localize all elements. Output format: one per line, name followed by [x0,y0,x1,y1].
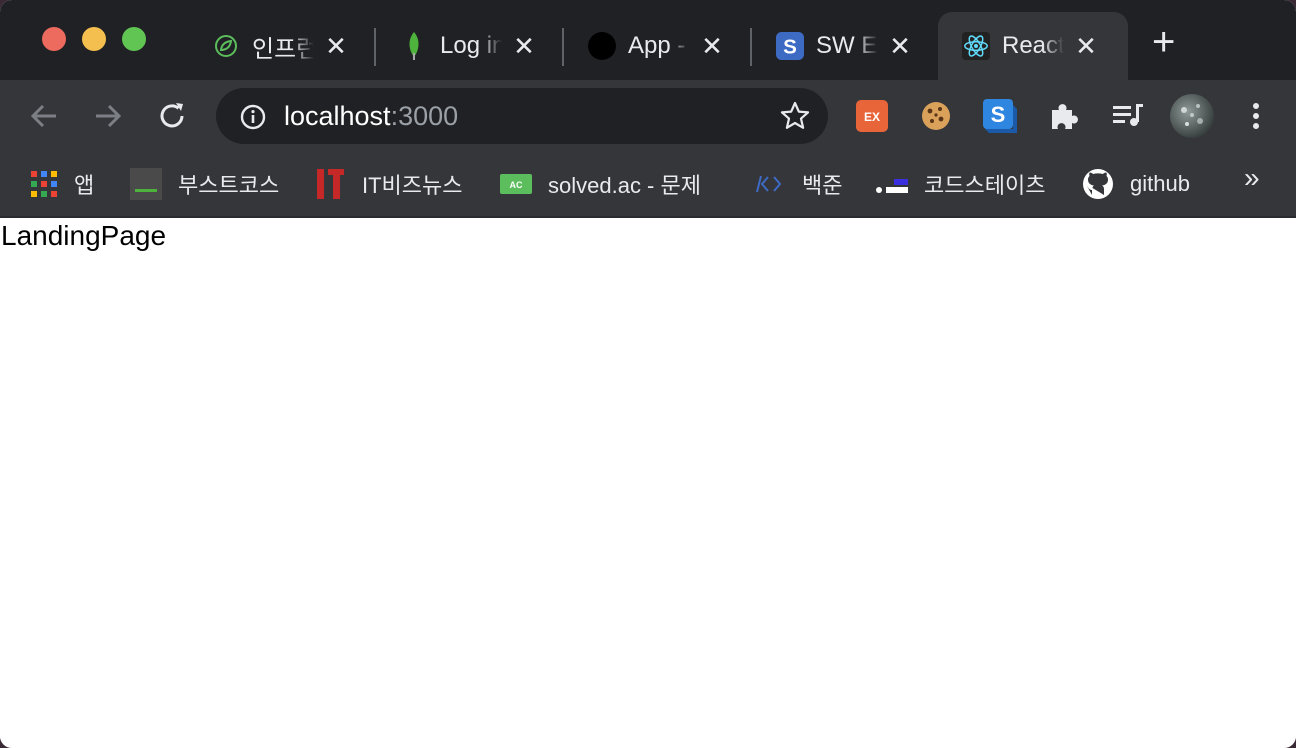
media-list-icon[interactable] [1110,98,1146,134]
landing-page-text: LandingPage [1,220,167,251]
bookmark-label: solved.ac - 문제 [548,173,701,198]
react-atom-icon [962,32,990,60]
tab-mongodb-login[interactable]: Log in ✕ [376,12,562,80]
fullscreen-window-button[interactable] [122,27,146,51]
tab-inflearn[interactable]: 인프런 ✕ [188,12,374,80]
s-extension-icon[interactable]: S [982,98,1018,134]
url-port: :3000 [390,101,459,131]
close-tab-icon[interactable]: ✕ [1072,33,1100,59]
inflearn-leaf-icon [212,32,240,60]
url-text[interactable]: localhost:3000 [284,101,458,132]
apps-grid-icon [30,170,58,198]
bookmark-github[interactable]: github [1082,164,1190,204]
code-brackets-icon [754,172,786,196]
bookmark-codestates[interactable]: 코드스테이츠 [876,164,1045,204]
tab-app[interactable]: App - ✕ [564,12,750,80]
bookmark-label: github [1130,171,1190,196]
close-window-button[interactable] [42,27,66,51]
bookmark-boostcourse[interactable]: 부스트코스 [130,164,279,204]
ex-extension-icon[interactable]: EX [854,98,890,134]
svg-text:AC: AC [510,180,523,190]
bookmark-solvedac[interactable]: AC solved.ac - 문제 [500,164,701,204]
page-viewport: LandingPage [0,218,1296,748]
close-tab-icon[interactable]: ✕ [510,33,538,59]
site-info-icon[interactable] [240,104,266,135]
tab-react-active[interactable]: React ✕ [938,12,1128,80]
close-tab-icon[interactable]: ✕ [886,33,914,59]
solvedac-icon: AC [500,174,532,194]
minimize-window-button[interactable] [82,27,106,51]
bookmark-apps[interactable]: 앱 [30,164,94,204]
address-bar[interactable]: localhost:3000 [216,88,828,144]
bookmark-label: 백준 [802,173,843,198]
bookmark-label: 부스트코스 [178,173,280,198]
svg-text:S: S [783,35,797,58]
codestates-icon [876,172,908,196]
boostcourse-icon [130,168,162,200]
black-circle-icon [588,32,616,60]
mongodb-leaf-icon [400,32,428,60]
bookmark-itbiznews[interactable]: IT비즈뉴스 [316,164,463,204]
it-news-icon [316,167,346,201]
more-bookmarks-chevron-icon[interactable]: » [1244,162,1260,194]
bookmark-star-icon[interactable] [780,101,810,136]
s-logo-icon: S [776,32,804,60]
svg-text:EX: EX [864,110,880,124]
tab-strip: 인프런 ✕ Log in ✕ App - ✕ S SW E ✕ React ✕ … [0,0,1296,80]
url-host: localhost [284,101,391,131]
puzzle-icon[interactable] [1046,98,1082,134]
new-tab-plus-icon[interactable]: + [1152,22,1175,62]
tab-title: App - [628,32,686,59]
tab-title: SW E [816,32,878,59]
bookmark-baekjoon[interactable]: 백준 [754,164,842,204]
tab-title: React [1002,32,1064,59]
tab-title: 인프런 [252,35,314,63]
tab-sw[interactable]: S SW E ✕ [752,12,938,80]
reload-icon[interactable] [154,98,190,134]
forward-arrow-icon[interactable] [90,98,126,134]
close-tab-icon[interactable]: ✕ [322,33,350,59]
tab-title: Log in [440,32,502,59]
close-tab-icon[interactable]: ✕ [698,33,726,59]
toolbar: localhost:3000 EX S [0,80,1296,152]
profile-avatar[interactable] [1170,94,1214,138]
bookmarks-bar: 앱 부스트코스 IT비즈뉴스 AC solved.ac - 문제 백준 코드스테… [0,152,1296,218]
github-icon [1082,168,1114,200]
bookmark-label: 코드스테이츠 [924,173,1046,198]
browser-window: 인프런 ✕ Log in ✕ App - ✕ S SW E ✕ React ✕ … [0,0,1296,748]
kebab-menu-icon[interactable] [1238,98,1274,134]
bookmark-label: 앱 [74,173,95,198]
back-arrow-icon[interactable] [26,98,62,134]
cookie-extension-icon[interactable] [918,98,954,134]
svg-text:S: S [991,102,1006,127]
bookmark-label: IT비즈뉴스 [362,173,463,198]
